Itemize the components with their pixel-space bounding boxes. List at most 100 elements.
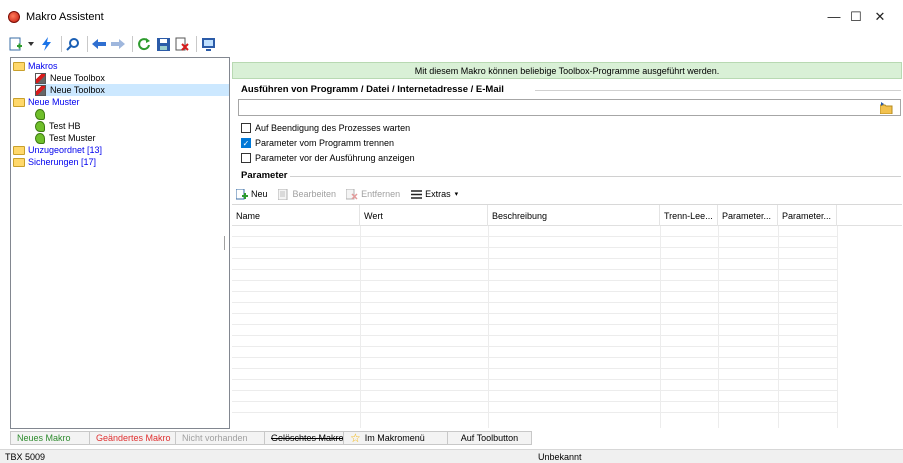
column-header-name[interactable]: Name <box>232 205 360 226</box>
lightning-icon[interactable] <box>39 36 55 52</box>
pattern-icon <box>35 108 45 120</box>
option-wait-for-process[interactable]: Auf Beendigung des Prozesses warten <box>241 123 410 133</box>
table-row[interactable] <box>232 314 837 325</box>
status-left: TBX 5009 <box>5 452 46 462</box>
edit-parameter-button[interactable]: Bearbeiten <box>278 188 337 200</box>
toolbar-separator <box>132 36 133 52</box>
column-header-parameter-1[interactable]: Parameter... <box>718 205 778 226</box>
new-icon[interactable] <box>8 36 24 52</box>
legend-label: Neues Makro <box>17 433 71 443</box>
monitor-icon[interactable] <box>200 36 216 52</box>
toolbar-separator <box>61 36 62 52</box>
legend-deleted-macro: Gelöschtes Makro <box>264 431 344 445</box>
toolbar-separator <box>196 36 197 52</box>
tree-item-label: Neue Toolbox <box>50 73 105 83</box>
back-arrow-icon[interactable] <box>91 36 107 52</box>
table-row[interactable] <box>232 347 837 358</box>
parameter-section-title: Parameter <box>241 170 288 181</box>
button-label: Entfernen <box>361 189 401 199</box>
option-label: Parameter vom Programm trennen <box>255 138 395 148</box>
table-row[interactable] <box>232 358 837 369</box>
button-label: Extras <box>425 189 451 199</box>
button-label: Neu <box>251 189 268 199</box>
tree-item-label: Unzugeordnet [13] <box>28 145 103 155</box>
menu-icon <box>410 189 422 200</box>
status-bar: TBX 5009 Unbekannt <box>0 449 903 463</box>
grid-header: Name Wert Beschreibung Trenn-Lee... Para… <box>232 205 902 226</box>
table-row[interactable] <box>232 248 837 259</box>
table-row[interactable] <box>232 237 837 248</box>
main-toolbar <box>0 33 903 55</box>
table-row[interactable] <box>232 226 837 237</box>
star-icon: ☆ <box>350 431 361 445</box>
table-row[interactable] <box>232 259 837 270</box>
pattern-icon <box>35 132 45 144</box>
option-label: Parameter vor der Ausführung anzeigen <box>255 153 415 163</box>
tree-item-test-hb[interactable]: Test HB <box>35 120 81 132</box>
tree-item-neue-toolbox[interactable]: Neue Toolbox <box>35 72 105 84</box>
tree-item-test-muster[interactable]: Test Muster <box>35 132 96 144</box>
search-icon[interactable] <box>65 36 81 52</box>
table-row[interactable] <box>232 336 837 347</box>
extras-menu-button[interactable]: Extras ▾ <box>410 189 458 200</box>
table-row[interactable] <box>232 380 837 391</box>
status-middle: Unbekannt <box>538 452 582 462</box>
table-row[interactable] <box>232 270 837 281</box>
info-message: Mit diesem Makro können beliebige Toolbo… <box>232 62 902 79</box>
open-folder-icon <box>880 101 893 114</box>
table-row[interactable] <box>232 303 837 314</box>
tree-item-neue-toolbox-selected[interactable]: Neue Toolbox <box>35 84 229 96</box>
legend-label: Im Makromenü <box>364 433 425 443</box>
macro-icon <box>35 84 46 96</box>
new-parameter-button[interactable]: Neu <box>236 188 268 200</box>
column-header-separator-space[interactable]: Trenn-Lee... <box>660 205 718 226</box>
legend-label: Geändertes Makro <box>96 433 171 443</box>
legend-on-toolbutton: Auf Toolbutton <box>447 431 532 445</box>
forward-arrow-icon[interactable] <box>110 36 126 52</box>
checkbox-icon[interactable] <box>241 123 251 133</box>
new-icon <box>236 188 248 200</box>
checkbox-checked-icon[interactable]: ✓ <box>241 138 251 148</box>
grid-column-line <box>837 226 838 428</box>
splitter-handle[interactable] <box>224 236 226 250</box>
delete-icon[interactable] <box>174 36 190 52</box>
table-row[interactable] <box>232 292 837 303</box>
path-input[interactable] <box>238 99 901 116</box>
option-show-parameters[interactable]: Parameter vor der Ausführung anzeigen <box>241 153 415 163</box>
table-row[interactable] <box>232 391 837 402</box>
tree-item-label: Sicherungen [17] <box>28 157 97 167</box>
column-header-parameter-2[interactable]: Parameter... <box>778 205 837 226</box>
tree-item-makros[interactable]: Makros <box>13 60 58 72</box>
macro-tree[interactable]: Makros Neue Toolbox Neue Toolbox Neue Mu… <box>10 57 230 429</box>
table-row[interactable] <box>232 325 837 336</box>
option-label: Auf Beendigung des Prozesses warten <box>255 123 411 133</box>
refresh-icon[interactable] <box>136 36 152 52</box>
section-divider <box>535 90 901 91</box>
button-label: Bearbeiten <box>292 189 337 199</box>
folder-icon <box>13 145 25 155</box>
remove-parameter-button[interactable]: Entfernen <box>346 188 401 200</box>
tree-item-sicherungen[interactable]: Sicherungen [17] <box>13 156 96 168</box>
tree-item-unzugeordnet[interactable]: Unzugeordnet [13] <box>13 144 102 156</box>
chevron-down-icon: ▾ <box>454 191 459 198</box>
edit-icon <box>278 188 290 200</box>
checkbox-icon[interactable] <box>241 153 251 163</box>
legend-not-available: Nicht vorhanden <box>175 431 265 445</box>
dropdown-arrow-icon[interactable] <box>27 36 35 52</box>
table-row[interactable] <box>232 281 837 292</box>
macro-icon <box>35 72 46 84</box>
tree-item-label: Test HB <box>49 121 81 131</box>
column-header-value[interactable]: Wert <box>360 205 488 226</box>
pattern-icon <box>35 120 45 132</box>
save-icon[interactable] <box>155 36 171 52</box>
tree-item-unnamed-pattern[interactable] <box>35 108 49 120</box>
tree-item-neue-muster[interactable]: Neue Muster <box>13 96 80 108</box>
column-header-description[interactable]: Beschreibung <box>488 205 660 226</box>
folder-icon <box>13 157 25 167</box>
table-row[interactable] <box>232 369 837 380</box>
option-separate-parameters[interactable]: ✓ Parameter vom Programm trennen <box>241 138 394 148</box>
parameter-grid[interactable]: Name Wert Beschreibung Trenn-Lee... Para… <box>232 204 902 428</box>
table-row[interactable] <box>232 402 837 413</box>
close-button[interactable]: ✕ <box>857 0 903 33</box>
browse-folder-button[interactable] <box>880 101 896 114</box>
